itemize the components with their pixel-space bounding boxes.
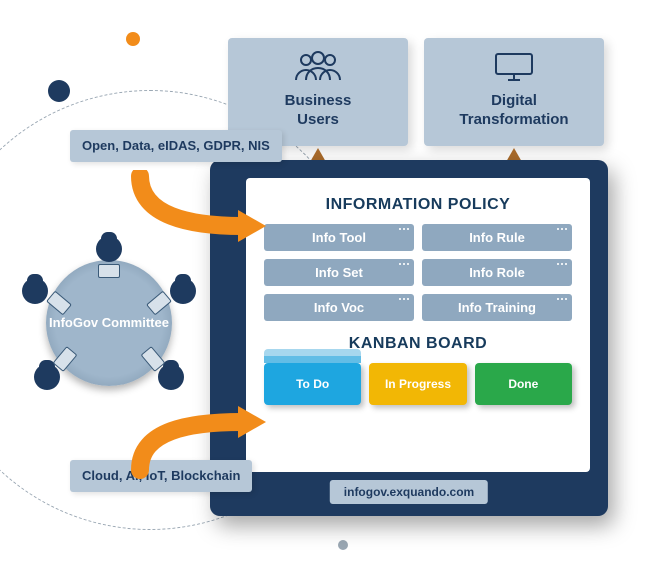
card-digital-transformation: DigitalTransformation [424, 38, 604, 146]
card-business-label: BusinessUsers [228, 92, 408, 130]
committee-table: InfoGov Committee [24, 238, 194, 408]
policy-cell: Info Set [264, 259, 414, 286]
url-pill: infogov.exquando.com [330, 480, 488, 504]
policy-cell: Info Role [422, 259, 572, 286]
users-icon [228, 50, 408, 84]
kanban-card-todo: To Do [264, 363, 361, 405]
info-box-regulations: Open, Data, eIDAS, GDPR, NIS [70, 130, 282, 162]
kanban-row: To Do In Progress Done [264, 363, 572, 405]
card-digital-label: DigitalTransformation [424, 92, 604, 130]
policy-title: INFORMATION POLICY [264, 196, 572, 214]
accent-dot-navy [48, 80, 70, 102]
policy-cell: Info Rule [422, 224, 572, 251]
accent-dot-grey [338, 540, 348, 550]
person-icon [22, 278, 48, 304]
policy-grid: Info Tool Info Rule Info Set Info Role I… [264, 224, 572, 321]
info-box-technologies: Cloud, AI, IoT, Blockchain [70, 460, 252, 492]
policy-cell: Info Tool [264, 224, 414, 251]
accent-dot-orange [126, 32, 140, 46]
kanban-card-done: Done [475, 363, 572, 405]
laptop-icon [98, 264, 120, 278]
person-icon [170, 278, 196, 304]
person-icon [34, 364, 60, 390]
person-icon [96, 236, 122, 262]
board-inner: INFORMATION POLICY Info Tool Info Rule I… [246, 178, 590, 472]
kanban-card-inprogress: In Progress [369, 363, 466, 405]
policy-cell: Info Voc [264, 294, 414, 321]
person-icon [158, 364, 184, 390]
main-board: INFORMATION POLICY Info Tool Info Rule I… [210, 160, 608, 516]
monitor-icon [424, 50, 604, 84]
policy-cell: Info Training [422, 294, 572, 321]
diagram-canvas: BusinessUsers DigitalTransformation INFO… [0, 0, 650, 580]
